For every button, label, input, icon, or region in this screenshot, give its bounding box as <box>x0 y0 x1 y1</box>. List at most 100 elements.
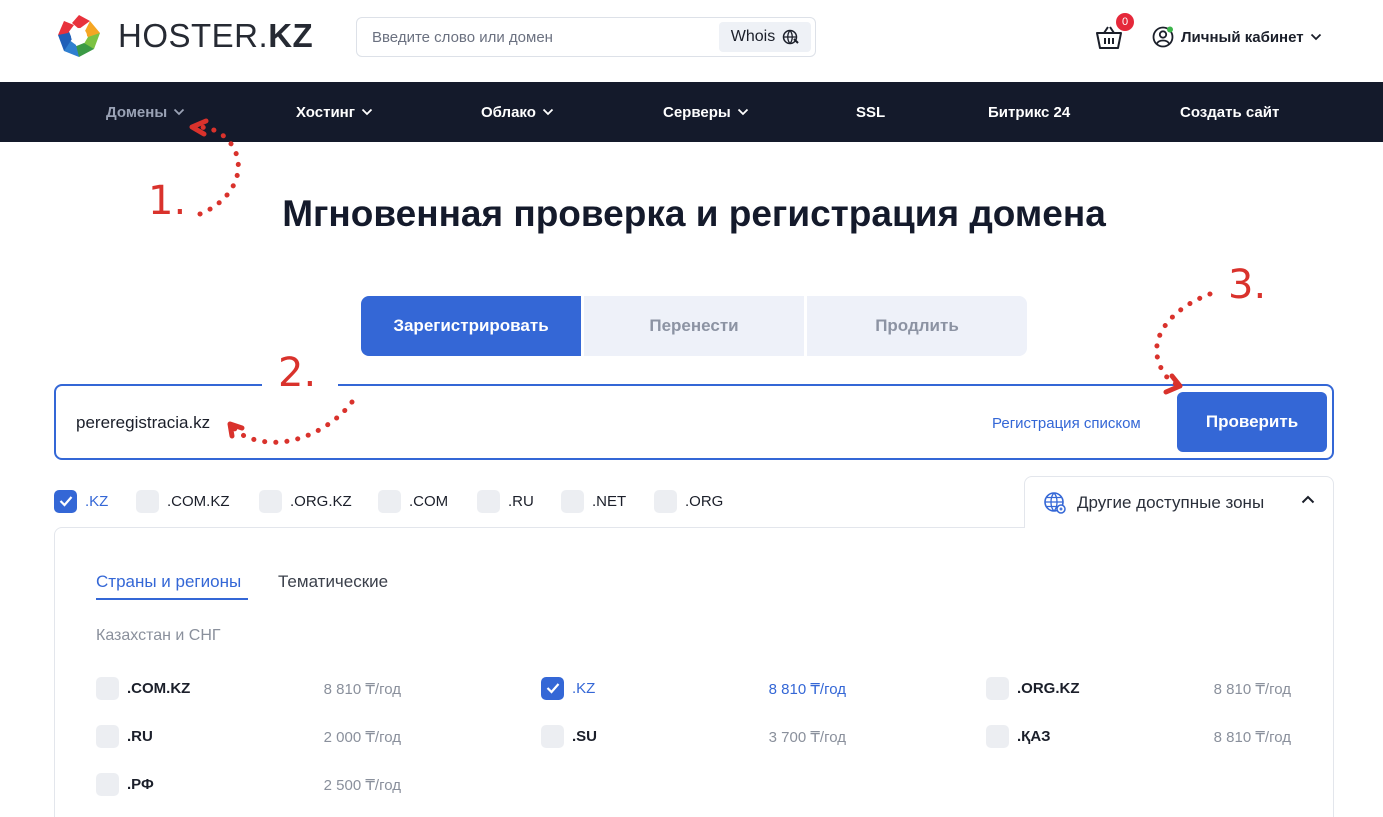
chevron-down-icon <box>361 108 373 116</box>
checkbox[interactable] <box>96 724 119 748</box>
nav-label: SSL <box>856 103 886 121</box>
zone-checkbox-org[interactable]: .ORG <box>654 488 723 514</box>
nav-label: Битрикс 24 <box>988 103 1071 121</box>
checkbox[interactable] <box>378 489 401 513</box>
domain-price: 8 810 ₸/год <box>1213 729 1291 746</box>
domain-price: 3 700 ₸/год <box>768 729 846 746</box>
zones-panel <box>54 527 1334 817</box>
domain-price: 2 500 ₸/год <box>323 777 401 794</box>
zone-label: .RU <box>508 492 534 510</box>
annotation-step-3: 3. <box>1228 262 1267 308</box>
checkbox[interactable] <box>477 489 500 513</box>
nav-label: Облако <box>481 103 536 121</box>
region-title: Казахстан и СНГ <box>96 627 221 644</box>
annotation-step-2: 2. <box>278 350 317 396</box>
chevron-down-icon <box>737 108 748 116</box>
chevron-down-icon <box>174 108 185 116</box>
nav-item-ssl[interactable]: SSL <box>856 82 885 142</box>
checkbox[interactable] <box>986 724 1009 748</box>
nav-label: Серверы <box>663 103 731 121</box>
zone-label: .ORG <box>685 492 724 510</box>
logo-text: HOSTER.KZ <box>118 17 314 54</box>
other-zones-label: Другие доступные зоны <box>1077 492 1265 512</box>
nav-item-servers[interactable]: Серверы <box>663 82 749 142</box>
domain-price: 2 000 ₸/год <box>323 729 401 746</box>
nav-label: Домены <box>106 103 168 121</box>
zone-checkbox-kz[interactable]: .KZ <box>54 488 108 514</box>
nav-item-domains[interactable]: Домены <box>106 82 185 142</box>
checkbox[interactable] <box>561 489 584 513</box>
nav-item-bitrix[interactable]: Битрикс 24 <box>988 82 1070 142</box>
annotation-step-1: 1. <box>148 178 187 224</box>
main-nav: Домены Хостинг Облако Серверы SSL Битрик… <box>0 82 1383 142</box>
check-icon <box>59 496 72 507</box>
search-input[interactable] <box>357 18 717 56</box>
subtab-active-indicator <box>96 598 248 600</box>
user-icon <box>1152 26 1174 48</box>
tab-transfer[interactable]: Перенести <box>584 296 804 356</box>
checkbox[interactable] <box>136 489 159 513</box>
domain-name: .РФ <box>127 775 154 793</box>
whois-globe-icon <box>782 29 799 45</box>
domain-search-box[interactable]: pereregistracia.kz Регистрация списком П… <box>54 384 1334 460</box>
domain-name: .COM.KZ <box>127 679 191 697</box>
chevron-up-icon <box>1301 495 1315 504</box>
zone-checkbox-ru[interactable]: .RU <box>477 488 534 514</box>
account-label: Личный кабинет <box>1181 28 1304 46</box>
site-header: HOSTER.KZ Whois 0 Личный кабинет <box>0 0 1383 82</box>
subtab-countries[interactable]: Страны и регионы <box>96 572 241 592</box>
checkbox-checked[interactable] <box>54 489 77 513</box>
search-box: Whois <box>356 17 816 57</box>
domain-input[interactable]: pereregistracia.kz <box>76 413 210 433</box>
checkbox[interactable] <box>654 489 677 513</box>
domain-price: 8 810 ₸/год <box>323 681 401 698</box>
account-menu[interactable]: Личный кабинет <box>1152 26 1322 48</box>
checkbox[interactable] <box>96 676 119 700</box>
tab-joint <box>1025 526 1333 529</box>
nav-item-cloud[interactable]: Облако <box>481 82 554 142</box>
checkbox[interactable] <box>96 772 119 796</box>
zone-checkbox-net[interactable]: .NET <box>561 488 626 514</box>
zone-label: .KZ <box>85 492 109 510</box>
domain-option-ru[interactable]: .RU <box>96 724 153 748</box>
logo[interactable]: HOSTER.KZ <box>54 11 313 61</box>
domain-option-kaz[interactable]: .ҚАЗ <box>986 724 1051 748</box>
checkbox[interactable] <box>541 724 564 748</box>
tab-register[interactable]: Зарегистрировать <box>361 296 581 356</box>
nav-label: Хостинг <box>296 103 355 121</box>
cart-count-badge: 0 <box>1116 13 1134 31</box>
zone-label: .COM.KZ <box>167 492 230 510</box>
bulk-registration-link[interactable]: Регистрация списком <box>992 415 1141 432</box>
domain-name: .ҚАЗ <box>1017 727 1051 745</box>
domain-price: 8 810 ₸/год <box>768 681 846 698</box>
logo-mark-icon <box>58 15 100 57</box>
zone-checkbox-com[interactable]: .COM <box>378 488 448 514</box>
globe-icon <box>1044 491 1066 514</box>
whois-label: Whois <box>730 28 776 45</box>
domain-option-rf[interactable]: .РФ <box>96 772 154 796</box>
domain-name: .RU <box>127 727 153 745</box>
zone-checkbox-com-kz[interactable]: .COM.KZ <box>136 488 230 514</box>
domain-name: .KZ <box>572 679 596 697</box>
check-icon <box>546 683 559 694</box>
domain-name: .ORG.KZ <box>1017 679 1080 697</box>
domain-option-com-kz[interactable]: .COM.KZ <box>96 676 190 700</box>
domain-option-su[interactable]: .SU <box>541 724 597 748</box>
tab-renew[interactable]: Продлить <box>807 296 1027 356</box>
nav-item-hosting[interactable]: Хостинг <box>296 82 373 142</box>
checkbox-checked[interactable] <box>541 676 564 700</box>
nav-item-create-site[interactable]: Создать сайт <box>1180 82 1279 142</box>
other-zones-toggle[interactable]: Другие доступные зоны <box>1024 476 1334 528</box>
page-title: Мгновенная проверка и регистрация домена <box>282 193 1106 234</box>
zone-label: .ORG.KZ <box>290 492 352 510</box>
checkbox[interactable] <box>986 676 1009 700</box>
subtab-thematic[interactable]: Тематические <box>278 572 388 592</box>
domain-option-org-kz[interactable]: .ORG.KZ <box>986 676 1080 700</box>
domain-option-kz[interactable]: .KZ <box>541 676 595 700</box>
check-button[interactable]: Проверить <box>1177 392 1327 452</box>
whois-button[interactable]: Whois <box>719 22 811 52</box>
checkbox[interactable] <box>259 489 282 513</box>
nav-label: Создать сайт <box>1180 103 1280 121</box>
zone-label: .COM <box>409 492 449 510</box>
zone-checkbox-org-kz[interactable]: .ORG.KZ <box>259 488 352 514</box>
